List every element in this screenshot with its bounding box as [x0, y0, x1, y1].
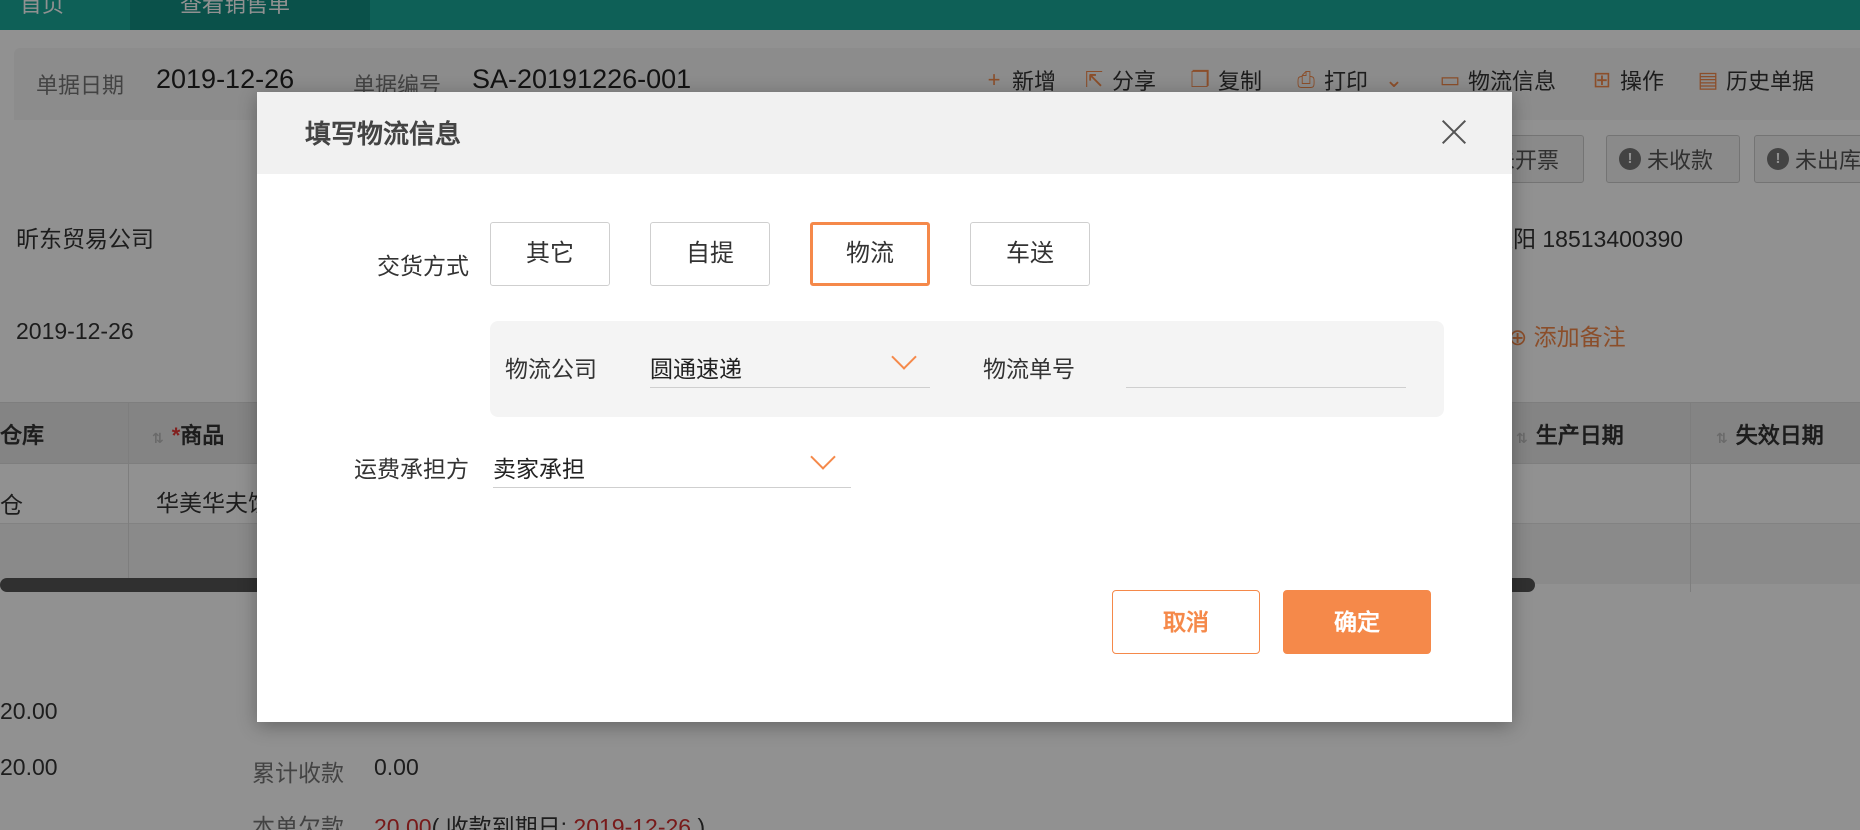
cancel-button[interactable]: 取消: [1112, 590, 1260, 654]
logistics-company-select[interactable]: 圆通速递: [650, 342, 930, 388]
freight-payer-label: 运费承担方: [354, 456, 469, 482]
freight-payer-select[interactable]: 卖家承担: [493, 442, 851, 488]
tracking-number-label: 物流单号: [983, 356, 1075, 382]
dialog-header: 填写物流信息: [257, 92, 1512, 174]
delivery-option-logistics[interactable]: 物流: [810, 222, 930, 286]
freight-payer-value: 卖家承担: [493, 456, 585, 482]
delivery-option-self-pickup[interactable]: 自提: [650, 222, 770, 286]
logistics-info-dialog: 填写物流信息 交货方式 其它 自提 物流 车送 物流公司 圆通速递 物流单号 运…: [257, 92, 1512, 722]
tracking-number-input[interactable]: [1126, 342, 1406, 388]
delivery-option-other[interactable]: 其它: [490, 222, 610, 286]
logistics-company-label: 物流公司: [505, 356, 597, 382]
chevron-down-icon: [891, 344, 917, 370]
chevron-down-icon: [810, 444, 836, 470]
logistics-company-value: 圆通速递: [650, 356, 742, 382]
delivery-method-label: 交货方式: [377, 253, 469, 279]
dialog-title: 填写物流信息: [305, 119, 462, 149]
close-icon[interactable]: [1440, 118, 1468, 146]
confirm-button[interactable]: 确定: [1283, 590, 1431, 654]
delivery-option-car[interactable]: 车送: [970, 222, 1090, 286]
